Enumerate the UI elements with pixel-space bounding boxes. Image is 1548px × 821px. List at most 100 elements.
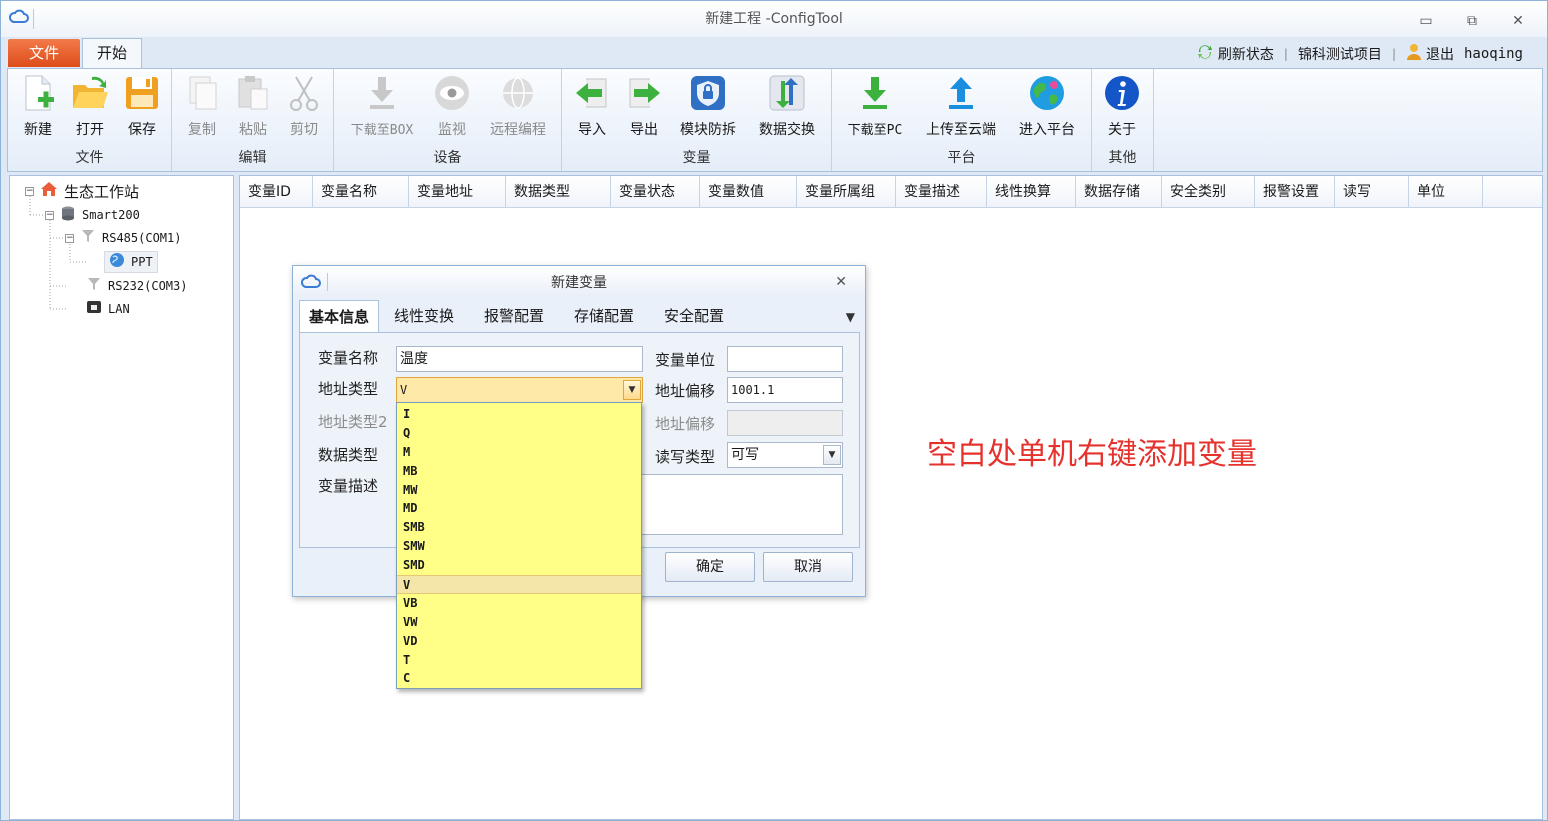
module-protect-button[interactable]: 模块防拆 bbox=[674, 73, 742, 145]
dropdown-option-m[interactable]: M bbox=[397, 443, 641, 462]
folder-open-icon bbox=[70, 73, 110, 113]
dropdown-option-i[interactable]: I bbox=[397, 405, 641, 424]
copy-button[interactable]: 复制 bbox=[178, 73, 226, 145]
export-arrow-icon bbox=[624, 73, 664, 113]
close-button[interactable]: ✕ bbox=[1505, 11, 1531, 31]
col-header-address[interactable]: 变量地址 bbox=[409, 176, 506, 208]
dropdown-option-q[interactable]: Q bbox=[397, 424, 641, 443]
logout-button[interactable]: 退出 haoqing bbox=[1396, 43, 1533, 65]
about-label: 关于 bbox=[1108, 122, 1136, 138]
collapse-icon[interactable]: − bbox=[25, 186, 34, 196]
collapse-icon[interactable]: − bbox=[65, 233, 74, 243]
dropdown-option-smb[interactable]: SMB bbox=[397, 518, 641, 537]
dropdown-option-smd[interactable]: SMD bbox=[397, 556, 641, 575]
ok-button[interactable]: 确定 bbox=[665, 552, 755, 582]
col-header-unit[interactable]: 单位 bbox=[1409, 176, 1483, 208]
rw-type-combo[interactable]: 可写 ▼ bbox=[727, 442, 843, 468]
paste-icon bbox=[233, 73, 273, 113]
addr-type-combo[interactable]: V ▼ bbox=[396, 377, 643, 403]
dropdown-option-vw[interactable]: VW bbox=[397, 613, 641, 632]
chevron-down-icon[interactable]: ▼ bbox=[623, 380, 641, 400]
dropdown-option-vb[interactable]: VB bbox=[397, 594, 641, 613]
dropdown-option-md[interactable]: MD bbox=[397, 499, 641, 518]
paste-button[interactable]: 粘贴 bbox=[229, 73, 277, 145]
col-header-storage[interactable]: 数据存储 bbox=[1076, 176, 1162, 208]
tree-node-root[interactable]: − 生态工作站 bbox=[25, 180, 139, 202]
download-pc-label: 下载至PC bbox=[847, 123, 903, 138]
col-header-linear[interactable]: 线性换算 bbox=[987, 176, 1076, 208]
tab-alarm-config[interactable]: 报警配置 bbox=[473, 300, 555, 332]
export-button[interactable]: 导出 bbox=[620, 73, 668, 145]
remote-program-label: 远程编程 bbox=[490, 122, 546, 138]
col-header-group[interactable]: 变量所属组 bbox=[797, 176, 896, 208]
tree-node-device[interactable]: − Smart200 bbox=[45, 204, 140, 226]
chevron-down-icon[interactable]: ▼ bbox=[823, 445, 841, 465]
tab-home[interactable]: 开始 bbox=[82, 38, 142, 69]
col-header-desc[interactable]: 变量描述 bbox=[896, 176, 987, 208]
project-name[interactable]: 锦科测试项目 bbox=[1288, 44, 1392, 64]
new-button[interactable]: 新建 bbox=[14, 73, 62, 145]
tabs-overflow-arrow-icon[interactable]: ▼ bbox=[846, 310, 855, 324]
data-exchange-button[interactable]: 数据交换 bbox=[752, 73, 822, 145]
dropdown-option-mw[interactable]: MW bbox=[397, 481, 641, 500]
group-label-other: 其他 bbox=[1108, 150, 1137, 166]
cancel-button[interactable]: 取消 bbox=[763, 552, 853, 582]
dropdown-option-c[interactable]: C bbox=[397, 669, 641, 688]
col-header-id[interactable]: 变量ID bbox=[240, 176, 313, 208]
var-name-input[interactable]: 温度 bbox=[396, 346, 643, 372]
title-bar: 新建工程 -ConfigTool ▭ ⧉ ✕ bbox=[1, 1, 1547, 37]
download-box-button[interactable]: 下载至BOX bbox=[344, 73, 420, 145]
refresh-status-button[interactable]: 刷新状态 bbox=[1186, 43, 1284, 65]
col-header-security[interactable]: 安全类别 bbox=[1162, 176, 1255, 208]
tab-file[interactable]: 文件 bbox=[8, 39, 80, 67]
data-type-label: 数据类型 bbox=[318, 446, 379, 464]
col-header-rw[interactable]: 读写 bbox=[1335, 176, 1409, 208]
download-pc-button[interactable]: 下载至PC bbox=[840, 73, 910, 145]
tree-node-ppt[interactable]: PPT bbox=[104, 251, 158, 273]
menu-bar: 文件 开始 刷新状态 | 锦科测试项目 | 退出 haoqing bbox=[1, 37, 1547, 69]
about-button[interactable]: 关于 bbox=[1098, 73, 1146, 145]
tab-linear-transform[interactable]: 线性变换 bbox=[383, 300, 465, 332]
upload-cloud-button[interactable]: 上传至云端 bbox=[922, 73, 1000, 145]
tab-storage-config[interactable]: 存储配置 bbox=[563, 300, 645, 332]
offset-input[interactable]: 1001.1 bbox=[727, 377, 843, 403]
tree-node-port1[interactable]: − RS485(COM1) bbox=[65, 227, 181, 249]
cut-button[interactable]: 剪切 bbox=[280, 73, 328, 145]
save-button[interactable]: 保存 bbox=[118, 73, 166, 145]
tree-label-root: 生态工作站 bbox=[64, 182, 140, 201]
dropdown-option-vd[interactable]: VD bbox=[397, 632, 641, 651]
tree-node-port2[interactable]: RS232(COM3) bbox=[86, 275, 187, 297]
grid-header: 变量ID 变量名称 变量地址 数据类型 变量状态 变量数值 变量所属组 变量描述… bbox=[240, 176, 1542, 208]
col-header-name[interactable]: 变量名称 bbox=[313, 176, 409, 208]
unit-input[interactable] bbox=[727, 346, 843, 372]
collapse-icon[interactable]: − bbox=[45, 210, 54, 220]
tree-node-lan[interactable]: LAN bbox=[86, 298, 130, 320]
tab-security-config[interactable]: 安全配置 bbox=[653, 300, 735, 332]
globe-node-icon bbox=[109, 252, 125, 272]
info-icon bbox=[1102, 73, 1142, 113]
open-button[interactable]: 打开 bbox=[66, 73, 114, 145]
copy-label: 复制 bbox=[188, 122, 216, 138]
col-header-value[interactable]: 变量数值 bbox=[700, 176, 797, 208]
col-header-alarm[interactable]: 报警设置 bbox=[1255, 176, 1335, 208]
import-arrow-icon bbox=[572, 73, 612, 113]
enter-platform-button[interactable]: 进入平台 bbox=[1012, 73, 1082, 145]
minimize-button[interactable]: ▭ bbox=[1413, 11, 1439, 31]
import-button[interactable]: 导入 bbox=[568, 73, 616, 145]
col-header-datatype[interactable]: 数据类型 bbox=[506, 176, 611, 208]
dropdown-option-smw[interactable]: SMW bbox=[397, 537, 641, 556]
upload-blue-icon bbox=[941, 73, 981, 113]
dialog-tabs: 基本信息 线性变换 报警配置 存储配置 安全配置 ▼ bbox=[299, 300, 861, 332]
monitor-button[interactable]: 监视 bbox=[428, 73, 476, 145]
import-label: 导入 bbox=[578, 122, 606, 138]
dialog-close-icon[interactable]: ✕ bbox=[835, 274, 847, 290]
maximize-button[interactable]: ⧉ bbox=[1459, 11, 1485, 31]
dropdown-option-t[interactable]: T bbox=[397, 651, 641, 670]
dropdown-option-mb[interactable]: MB bbox=[397, 462, 641, 481]
tab-basic-info[interactable]: 基本信息 bbox=[299, 300, 379, 332]
funnel-port-icon bbox=[80, 228, 96, 248]
remote-program-button[interactable]: 远程编程 bbox=[482, 73, 554, 145]
globe-color-icon bbox=[1027, 73, 1067, 113]
dropdown-option-v[interactable]: V bbox=[397, 575, 641, 594]
col-header-status[interactable]: 变量状态 bbox=[611, 176, 700, 208]
